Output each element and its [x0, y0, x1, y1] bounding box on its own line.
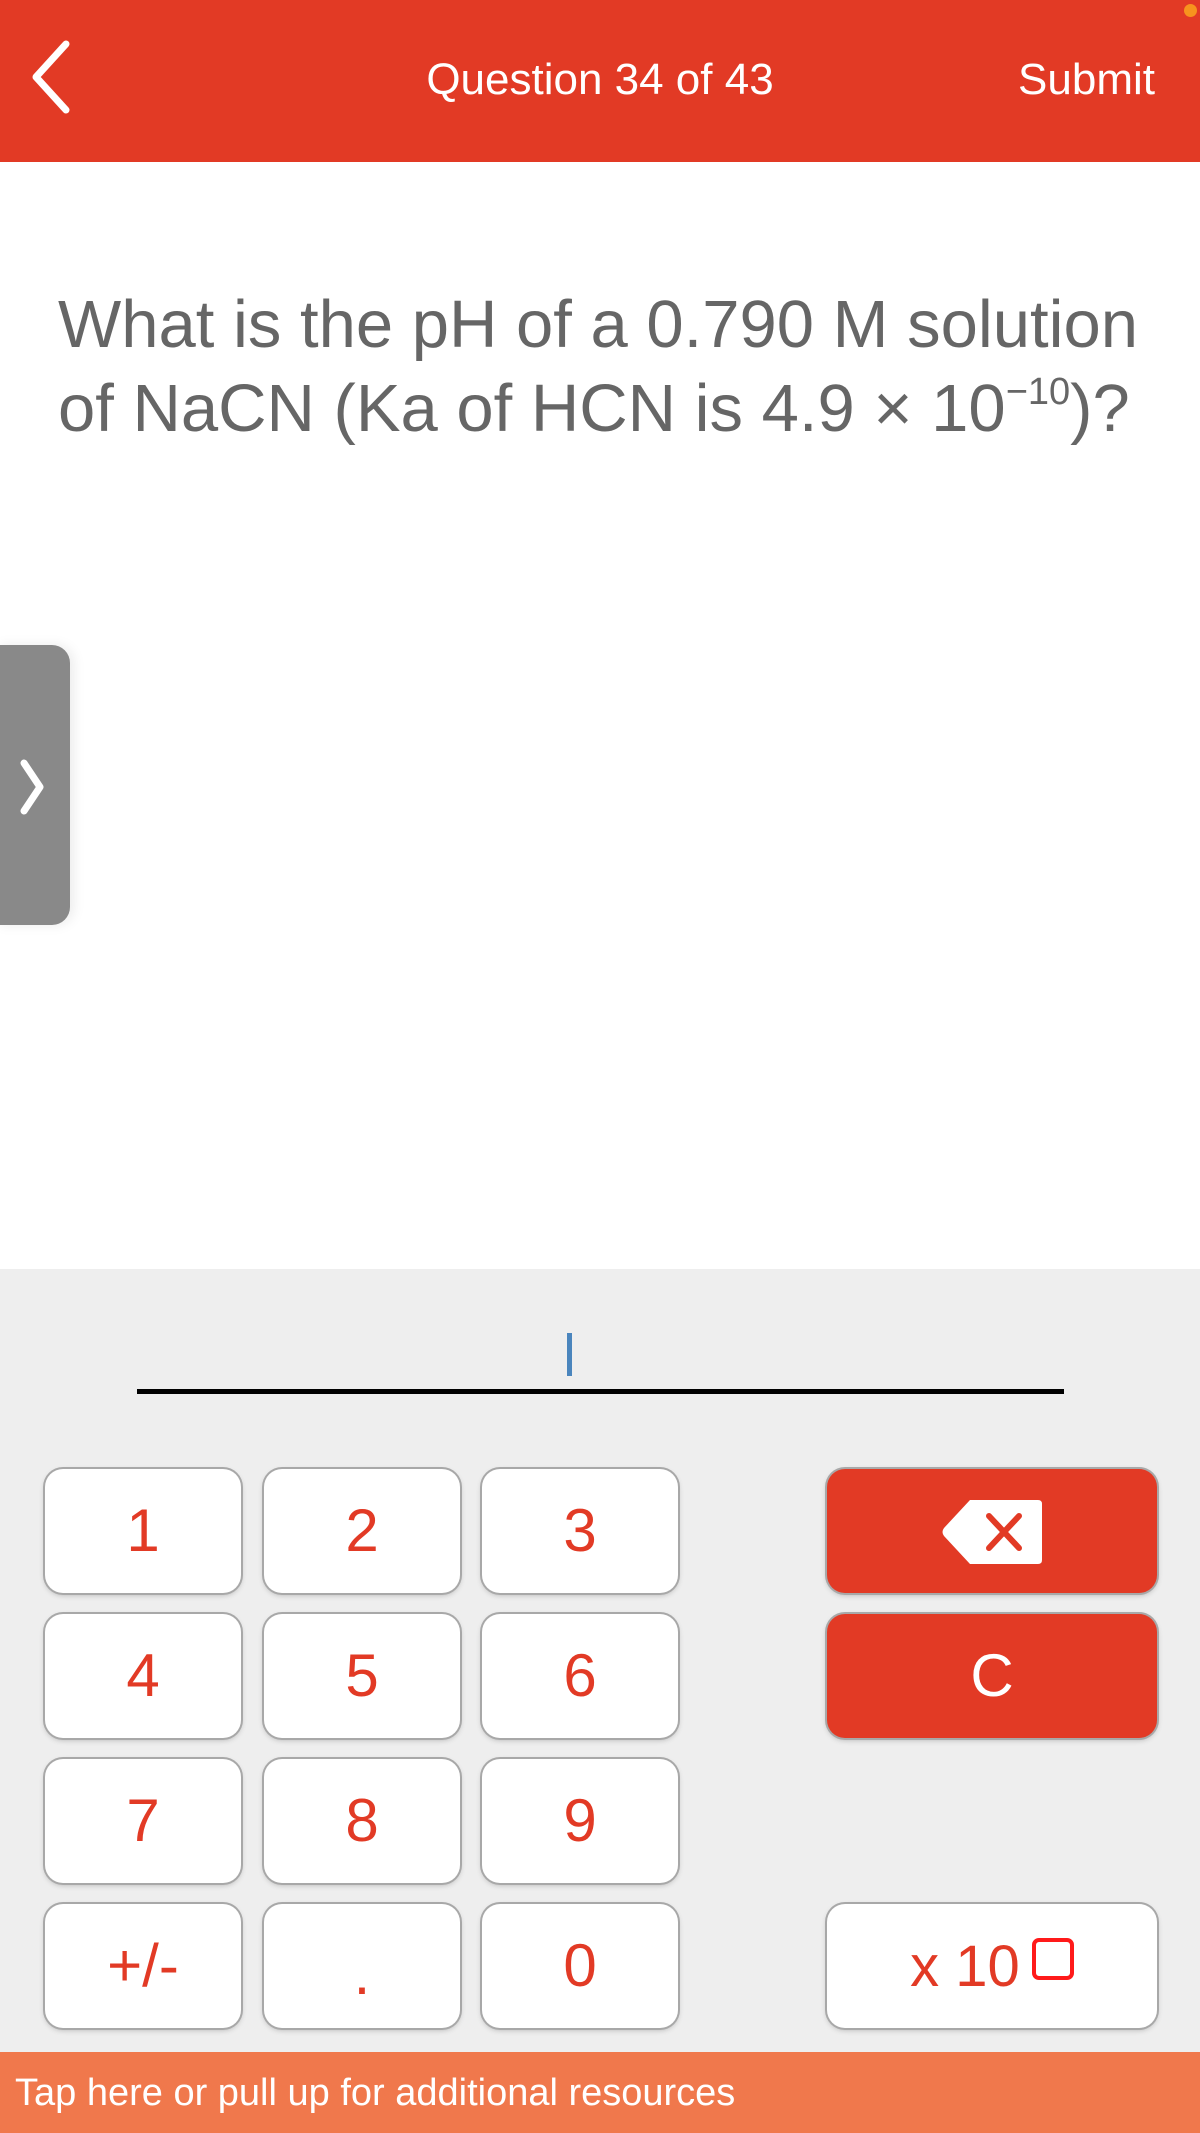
key-4[interactable]: 4: [45, 1614, 241, 1738]
clear-button[interactable]: C: [827, 1614, 1157, 1738]
key-decimal[interactable]: .: [264, 1904, 460, 2028]
side-drawer-tab[interactable]: [0, 645, 70, 925]
resources-bar-text: Tap here or pull up for additional resou…: [15, 2072, 736, 2114]
text-cursor: [567, 1333, 572, 1376]
key-7[interactable]: 7: [45, 1759, 241, 1883]
key-plus-minus[interactable]: +/-: [45, 1904, 241, 2028]
exponent-box-icon: [1031, 1938, 1074, 1980]
times-ten-button[interactable]: x 10: [827, 1904, 1157, 2028]
key-9[interactable]: 9: [482, 1759, 678, 1883]
backspace-icon: [942, 1500, 1042, 1565]
chevron-right-icon: [20, 759, 44, 815]
status-dot: [1184, 4, 1197, 17]
key-0[interactable]: 0: [482, 1904, 678, 2028]
question-exponent: −10: [1005, 370, 1071, 413]
submit-button[interactable]: Submit: [1018, 52, 1155, 108]
key-6[interactable]: 6: [482, 1614, 678, 1738]
key-1[interactable]: 1: [45, 1469, 241, 1593]
decimal-label: .: [353, 1940, 371, 2007]
key-5[interactable]: 5: [264, 1614, 460, 1738]
backspace-button[interactable]: [827, 1469, 1157, 1593]
resources-bar[interactable]: Tap here or pull up for additional resou…: [0, 2052, 1200, 2133]
times-ten-label: x 10: [910, 1934, 1020, 1999]
question-text-end: )?: [1070, 371, 1130, 446]
question-text: What is the pH of a 0.790 M solution of …: [58, 283, 1168, 451]
top-bar: Question 34 of 43 Submit: [0, 0, 1200, 162]
question-text-main: What is the pH of a 0.790 M solution of …: [58, 287, 1139, 446]
answer-input[interactable]: [137, 1300, 1064, 1394]
key-2[interactable]: 2: [264, 1469, 460, 1593]
key-8[interactable]: 8: [264, 1759, 460, 1883]
key-3[interactable]: 3: [482, 1469, 678, 1593]
